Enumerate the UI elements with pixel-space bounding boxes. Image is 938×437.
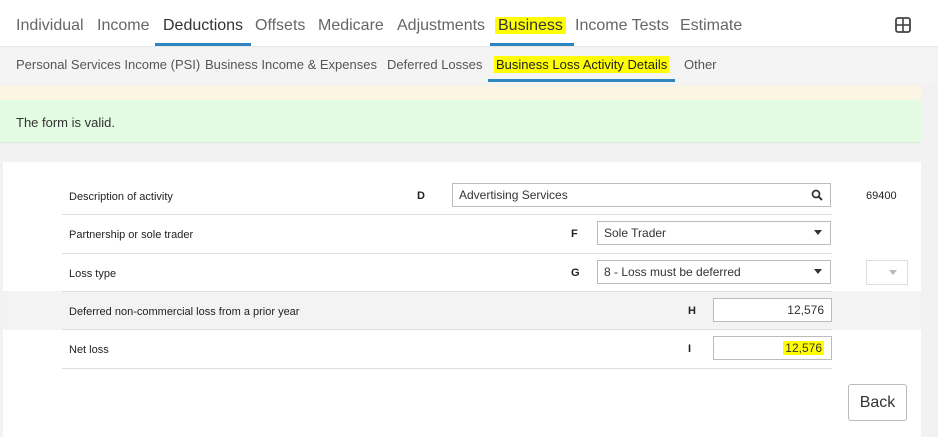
tab-label: Deductions: [163, 17, 244, 34]
field-label: Partnership or sole trader: [69, 229, 194, 241]
field-label: Net loss: [69, 344, 109, 356]
tab-income-tests[interactable]: Income Tests: [575, 15, 669, 37]
tab-label: Medicare: [318, 17, 384, 34]
field-value: Sole Trader: [604, 226, 667, 240]
tab-offsets[interactable]: Offsets: [255, 15, 305, 37]
form-row-deferred-loss: Deferred non-commercial loss from a prio…: [62, 291, 832, 330]
caret-down-icon: [888, 266, 898, 281]
field-code: G: [571, 267, 580, 279]
field-code: F: [571, 228, 578, 240]
subtab-label: Personal Services Income (PSI): [16, 57, 201, 72]
tab-business[interactable]: Business: [490, 15, 574, 46]
subtab-label: Deferred Losses: [387, 57, 483, 72]
tab-medicare[interactable]: Medicare: [318, 15, 384, 37]
field-label: Deferred non-commercial loss from a prio…: [69, 306, 300, 318]
caret-down-icon: [813, 226, 823, 241]
subtab-deferred-losses[interactable]: Deferred Losses: [387, 56, 482, 74]
caret-down-icon: [813, 265, 823, 280]
partnership-select[interactable]: Sole Trader: [597, 221, 831, 245]
tab-adjustments[interactable]: Adjustments: [397, 15, 485, 37]
extra-select[interactable]: [866, 260, 908, 285]
field-code: D: [417, 190, 425, 202]
tab-label: Income Tests: [575, 17, 669, 34]
field-value: 12,576: [787, 303, 824, 317]
description-input[interactable]: Advertising Services: [452, 183, 831, 207]
field-value: Advertising Services: [459, 188, 568, 202]
form-panel: Description of activity D Advertising Se…: [3, 162, 921, 437]
subtab-underline: [488, 79, 676, 82]
tab-estimate[interactable]: Estimate: [680, 15, 742, 37]
tab-label: Income: [97, 17, 150, 34]
tab-label: Adjustments: [397, 17, 486, 34]
subtab-business-loss-activity-details[interactable]: Business Loss Activity Details: [488, 56, 676, 82]
deferred-loss-input[interactable]: 12,576: [713, 298, 832, 322]
form-row-partnership: Partnership or sole trader F Sole Trader: [62, 215, 832, 254]
subtab-other[interactable]: Other: [684, 56, 717, 74]
field-code: I: [688, 343, 692, 355]
tab-label: Individual: [16, 17, 84, 34]
main-tab-bar: Individual Income Deductions Offsets Med…: [0, 0, 938, 47]
grid-icon[interactable]: [895, 17, 911, 33]
field-label: Description of activity: [69, 191, 173, 203]
warning-strip: [0, 85, 921, 100]
subtab-label: Business Loss Activity Details: [494, 56, 670, 73]
activity-code: 69400: [866, 190, 897, 202]
subtab-psi[interactable]: Personal Services Income (PSI): [16, 56, 200, 74]
subtab-label: Other: [684, 57, 717, 72]
validation-message: The form is valid.: [0, 100, 921, 143]
search-icon[interactable]: [811, 189, 823, 204]
subtab-business-income-expenses[interactable]: Business Income & Expenses: [205, 56, 377, 74]
loss-type-select[interactable]: 8 - Loss must be deferred: [597, 260, 831, 284]
tab-underline: [490, 43, 574, 46]
tab-deductions[interactable]: Deductions: [155, 15, 252, 46]
validation-text: The form is valid.: [16, 115, 115, 130]
back-button[interactable]: Back: [848, 384, 907, 421]
field-label: Loss type: [69, 268, 117, 280]
tab-individual[interactable]: Individual: [16, 15, 84, 37]
tab-label: Offsets: [255, 17, 306, 34]
tab-label: Business: [495, 17, 566, 34]
tab-underline: [155, 43, 252, 46]
field-value: 8 - Loss must be deferred: [604, 265, 741, 279]
tab-income[interactable]: Income: [97, 15, 149, 37]
form-row-loss-type: Loss type G 8 - Loss must be deferred: [62, 253, 832, 292]
field-value: 12,576: [783, 341, 824, 355]
net-loss-input[interactable]: 12,576: [713, 336, 832, 360]
sub-tab-bar: Personal Services Income (PSI) Business …: [0, 47, 938, 83]
tab-label: Estimate: [680, 17, 743, 34]
subtab-label: Business Income & Expenses: [205, 57, 377, 72]
field-code: H: [688, 305, 696, 317]
form-row-description: Description of activity D Advertising Se…: [62, 176, 832, 215]
form-row-net-loss: Net loss I 12,576: [62, 330, 832, 369]
